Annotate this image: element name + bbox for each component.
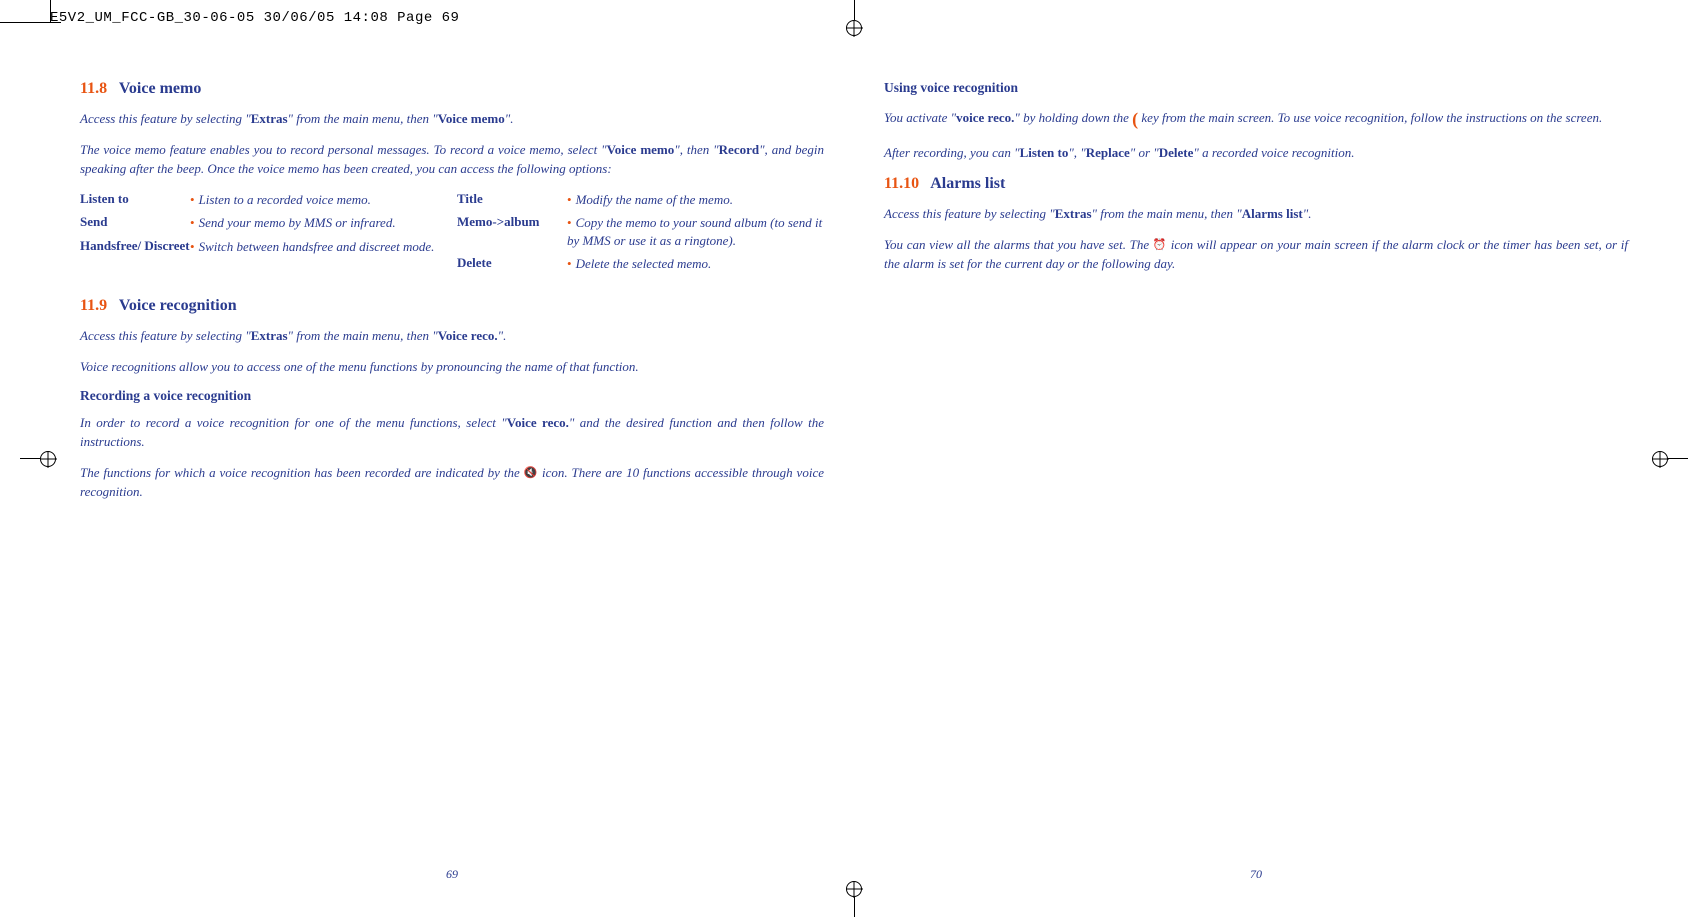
section-name: Voice memo bbox=[119, 80, 202, 97]
right-p2: After recording, you can "Listen to", "R… bbox=[884, 144, 1628, 163]
section-name: Alarms list bbox=[930, 175, 1005, 192]
s119-p3: In order to record a voice recognition f… bbox=[80, 414, 824, 452]
s119-p2: Voice recognitions allow you to access o… bbox=[80, 358, 824, 377]
alarm-icon: ⏰ bbox=[1153, 239, 1167, 251]
opt-handsfree: Handsfree/ Discreet•Switch between hands… bbox=[80, 238, 447, 256]
section-num: 11.9 bbox=[80, 297, 107, 314]
page-left: 11.8 Voice memo Access this feature by s… bbox=[80, 80, 824, 857]
s119-p4: The functions for which a voice recognit… bbox=[80, 464, 824, 502]
page-number-left: 69 bbox=[446, 867, 458, 882]
opt-send: Send•Send your memo by MMS or infrared. bbox=[80, 214, 447, 232]
section-num: 11.8 bbox=[80, 80, 107, 97]
page-number-right: 70 bbox=[1250, 867, 1262, 882]
section-num: 11.10 bbox=[884, 175, 919, 192]
opt-delete: Delete•Delete the selected memo. bbox=[457, 255, 824, 273]
opt-title: Title•Modify the name of the memo. bbox=[457, 191, 824, 209]
opt-listen: Listen to•Listen to a recorded voice mem… bbox=[80, 191, 447, 209]
speaker-icon: 🔇 bbox=[524, 467, 538, 479]
print-header: E5V2_UM_FCC-GB_30-06-05 30/06/05 14:08 P… bbox=[50, 10, 459, 26]
crop-mark-left bbox=[20, 451, 56, 467]
crop-mark-right bbox=[1652, 451, 1688, 467]
opt-col-left: Listen to•Listen to a recorded voice mem… bbox=[80, 191, 447, 279]
opt-album: Memo->album•Copy the memo to your sound … bbox=[457, 214, 824, 249]
section-name: Voice recognition bbox=[119, 297, 237, 314]
page-spread: 11.8 Voice memo Access this feature by s… bbox=[80, 80, 1628, 857]
s119-sub1: Recording a voice recognition bbox=[80, 388, 824, 404]
crop-mark-top bbox=[846, 0, 862, 36]
section-11-8-title: 11.8 Voice memo bbox=[80, 80, 824, 98]
s1110-p2: You can view all the alarms that you hav… bbox=[884, 236, 1628, 274]
s1110-p1: Access this feature by selecting "Extras… bbox=[884, 205, 1628, 224]
s118-p2: The voice memo feature enables you to re… bbox=[80, 141, 824, 179]
s119-p1: Access this feature by selecting "Extras… bbox=[80, 327, 824, 346]
s118-options: Listen to•Listen to a recorded voice mem… bbox=[80, 191, 824, 279]
page-right: Using voice recognition You activate "vo… bbox=[884, 80, 1628, 857]
right-p1: You activate "voice reco." by holding do… bbox=[884, 106, 1628, 132]
opt-col-right: Title•Modify the name of the memo. Memo-… bbox=[457, 191, 824, 279]
right-sub1: Using voice recognition bbox=[884, 80, 1628, 96]
section-11-9-title: 11.9 Voice recognition bbox=[80, 297, 824, 315]
s118-p1: Access this feature by selecting "Extras… bbox=[80, 110, 824, 129]
crop-mark-bottom bbox=[846, 881, 862, 917]
section-11-10-title: 11.10 Alarms list bbox=[884, 175, 1628, 193]
